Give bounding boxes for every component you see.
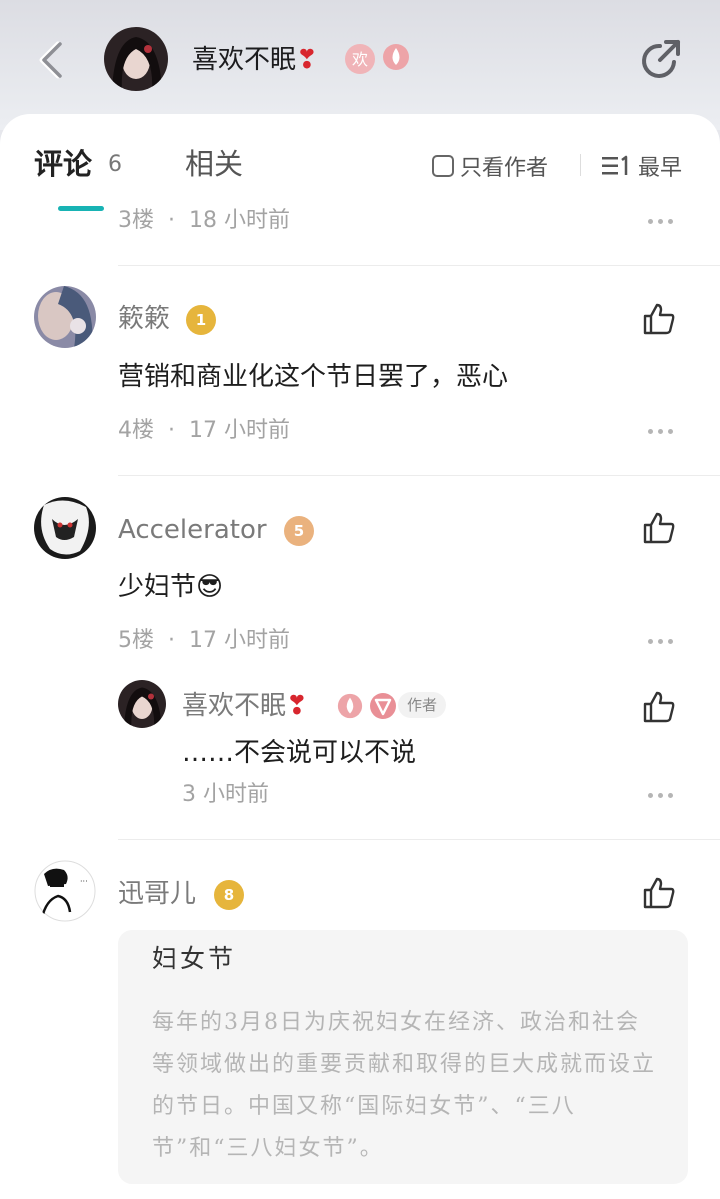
sort-list-icon [602,155,628,175]
sort-label: 最早 [638,156,683,181]
shield-badge-icon [370,693,396,719]
comment-floor-meta: 3楼 · 18 小时前 [118,208,290,233]
reply-username[interactable]: 喜欢不眠❣ [182,688,308,724]
reply-time: 3 小时前 [182,782,269,807]
reply-avatar[interactable] [118,680,166,728]
divider [580,154,581,176]
more-icon[interactable] [648,793,674,799]
level-value: 5 [293,522,305,540]
more-icon[interactable] [648,639,674,645]
author-only-label: 只看作者 [460,156,549,181]
level-value: 8 [223,886,235,904]
more-icon[interactable] [648,219,674,225]
tab-comments-count: 6 [108,152,122,177]
tab-related[interactable]: 相关 [185,144,243,184]
author-badges: 欢 [343,42,411,76]
quote-card-body: 每年的3月8日为庆祝妇女在经济、政治和社会等领域做出的重要贡献和取得的巨大成就而… [152,1010,657,1161]
reply-username-text: 喜欢不眠 [182,691,287,721]
sort-toggle[interactable]: 最早 [600,150,682,182]
reply-text: ……不会说可以不说 [182,738,417,768]
comment-username[interactable]: 迅哥儿 [118,876,196,912]
thumbs-up-icon[interactable] [642,876,676,910]
thumbs-up-icon[interactable] [642,690,676,724]
top-bar: 喜欢不眠❣ 欢 [0,0,720,130]
level-badge-icon: 5 [284,516,314,546]
thumbs-up-icon[interactable] [642,302,676,336]
avatar[interactable]: ··· [34,860,96,922]
ribbon-badge-icon: 欢 [345,44,375,74]
author-tag: 作者 [398,692,446,718]
author-only-toggle[interactable]: 只看作者 [432,150,548,182]
ribbon-badge-text: 欢 [352,50,368,69]
divider [118,475,720,476]
quote-card-title: 妇女节 [152,944,237,973]
divider [118,265,720,266]
tab-comments[interactable]: 评论 [34,144,92,184]
more-icon[interactable] [648,429,674,435]
checkbox-icon [432,155,454,177]
thumbs-up-icon[interactable] [642,511,676,545]
comments-tabbar: 评论 6 相关 只看作者 最早 [0,114,720,212]
author-name-text: 喜欢不眠 [192,45,297,75]
avatar[interactable] [34,497,96,559]
heart-icon: ❣ [286,691,308,721]
comment-text: 少妇节😎 [118,572,224,602]
divider [118,839,720,840]
drop-badge-icon [383,44,409,70]
drop-badge-icon [337,693,363,719]
author-avatar[interactable] [104,27,168,91]
comment-username[interactable]: Accelerator [118,512,267,548]
back-icon[interactable] [28,36,72,84]
share-icon[interactable] [636,36,684,84]
comment-text: 营销和商业化这个节日罢了，恶心 [118,362,509,392]
avatar[interactable] [34,286,96,348]
comment-floor-meta: 5楼 · 17 小时前 [118,628,290,653]
comments-sheet: 评论 6 相关 只看作者 最早 3楼 · 18 小时前 簌簌 1 营销和商业化这… [0,114,720,1199]
comment-username[interactable]: 簌簌 [118,301,170,337]
quote-card[interactable]: 妇女节 每年的3月8日为庆祝妇女在经济、政治和社会等领域做出的重要贡献和取得的巨… [118,930,688,1184]
author-name[interactable]: 喜欢不眠❣ [192,40,318,80]
tab-active-indicator [58,206,104,211]
level-value: 1 [195,311,207,329]
svg-text:···: ··· [80,877,88,886]
level-badge-icon: 8 [214,880,244,910]
comment-floor-meta: 4楼 · 17 小时前 [118,418,290,443]
level-badge-icon: 1 [186,305,216,335]
heart-icon: ❣ [296,45,318,75]
